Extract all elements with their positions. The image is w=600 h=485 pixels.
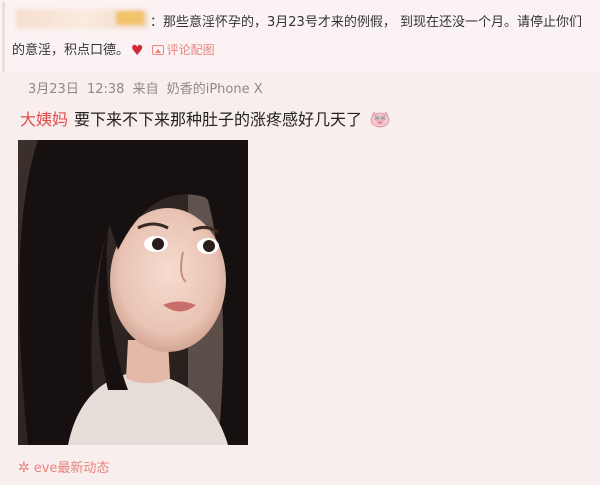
post-time: 12:38	[86, 82, 125, 97]
footer-label: eve最新动态	[33, 461, 110, 476]
post-body: 大姨妈 要下来不下来那种肚子的涨疼感好几天了	[20, 106, 391, 130]
post-meta: 3月23日 12:38 来自 奶香的iPhone X	[28, 78, 267, 97]
post-body-text: 要下来不下来那种肚子的涨疼感好几天了	[74, 110, 363, 129]
post-date[interactable]: 3月23日	[28, 82, 79, 97]
sparkle-icon: ✲	[18, 460, 30, 476]
reply-text-line2-content: 的意淫，积点口德。	[12, 43, 130, 58]
post-source[interactable]: 奶香的iPhone X	[167, 82, 263, 97]
heart-icon: ♥	[131, 43, 144, 59]
footer-link[interactable]: ✲ eve最新动态	[18, 457, 109, 476]
pig-emoji-icon	[370, 111, 390, 128]
image-icon	[151, 45, 164, 55]
reply-text-line1: ：那些意淫怀孕的，3月23号才来的例假， 到现在还没一个月。请停止你们	[150, 15, 582, 30]
blurred-badge	[116, 11, 144, 25]
post-source-prefix: 来自	[132, 82, 159, 97]
topic-link[interactable]: 大姨妈	[20, 110, 68, 129]
portrait-image	[18, 140, 248, 445]
reply-text-line2: 的意淫，积点口德。 ♥ 评论配图	[12, 39, 215, 59]
reply-bar: ：那些意淫怀孕的，3月23号才来的例假， 到现在还没一个月。请停止你们 的意淫，…	[0, 0, 600, 72]
comment-image-link[interactable]: 评论配图	[167, 43, 215, 57]
post-photo[interactable]	[18, 140, 248, 445]
thread-line	[2, 2, 5, 72]
